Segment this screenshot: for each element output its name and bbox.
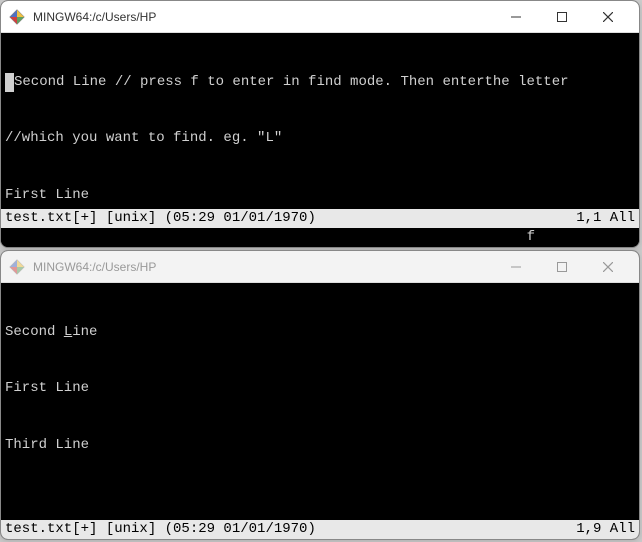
mintty-icon bbox=[9, 259, 25, 275]
close-button[interactable] bbox=[585, 251, 631, 282]
titlebar[interactable]: MINGW64:/c/Users/HP bbox=[1, 251, 639, 283]
status-position: 1,1 All bbox=[576, 209, 635, 228]
text-line: Second Line // press f to enter in find … bbox=[14, 74, 569, 90]
terminal-window-2: MINGW64:/c/Users/HP Second Line First Li… bbox=[0, 250, 640, 540]
mintty-icon bbox=[9, 9, 25, 25]
status-file-info: test.txt[+] [unix] (05:29 01/01/1970) bbox=[5, 520, 576, 539]
titlebar[interactable]: MINGW64:/c/Users/HP bbox=[1, 1, 639, 33]
vim-cmdline: f bbox=[1, 228, 639, 247]
terminal-window-1: MINGW64:/c/Users/HP Second Line // press… bbox=[0, 0, 640, 248]
terminal-content[interactable]: Second Line First Line Third Line ~ ~ ~ … bbox=[1, 283, 639, 520]
window-controls bbox=[493, 251, 631, 282]
text-line: Second bbox=[5, 324, 64, 340]
text-line: ine bbox=[72, 324, 97, 340]
cursor-underline: L bbox=[64, 324, 72, 340]
text-line: //which you want to find. eg. "L" bbox=[5, 129, 635, 148]
text-line: First Line bbox=[5, 186, 635, 205]
maximize-button[interactable] bbox=[539, 1, 585, 32]
close-button[interactable] bbox=[585, 1, 631, 32]
pending-command-char: f bbox=[527, 228, 635, 247]
text-line: Third Line bbox=[5, 436, 635, 455]
status-position: 1,9 All bbox=[576, 520, 635, 539]
window-controls bbox=[493, 1, 631, 32]
status-file-info: test.txt[+] [unix] (05:29 01/01/1970) bbox=[5, 209, 576, 228]
minimize-button[interactable] bbox=[493, 1, 539, 32]
window-title: MINGW64:/c/Users/HP bbox=[33, 10, 493, 24]
vim-statusbar: test.txt[+] [unix] (05:29 01/01/1970) 1,… bbox=[1, 520, 639, 539]
cursor bbox=[5, 73, 14, 92]
text-line: First Line bbox=[5, 379, 635, 398]
maximize-button[interactable] bbox=[539, 251, 585, 282]
minimize-button[interactable] bbox=[493, 251, 539, 282]
window-title: MINGW64:/c/Users/HP bbox=[33, 260, 493, 274]
vim-statusbar: test.txt[+] [unix] (05:29 01/01/1970) 1,… bbox=[1, 209, 639, 228]
terminal-content[interactable]: Second Line // press f to enter in find … bbox=[1, 33, 639, 209]
